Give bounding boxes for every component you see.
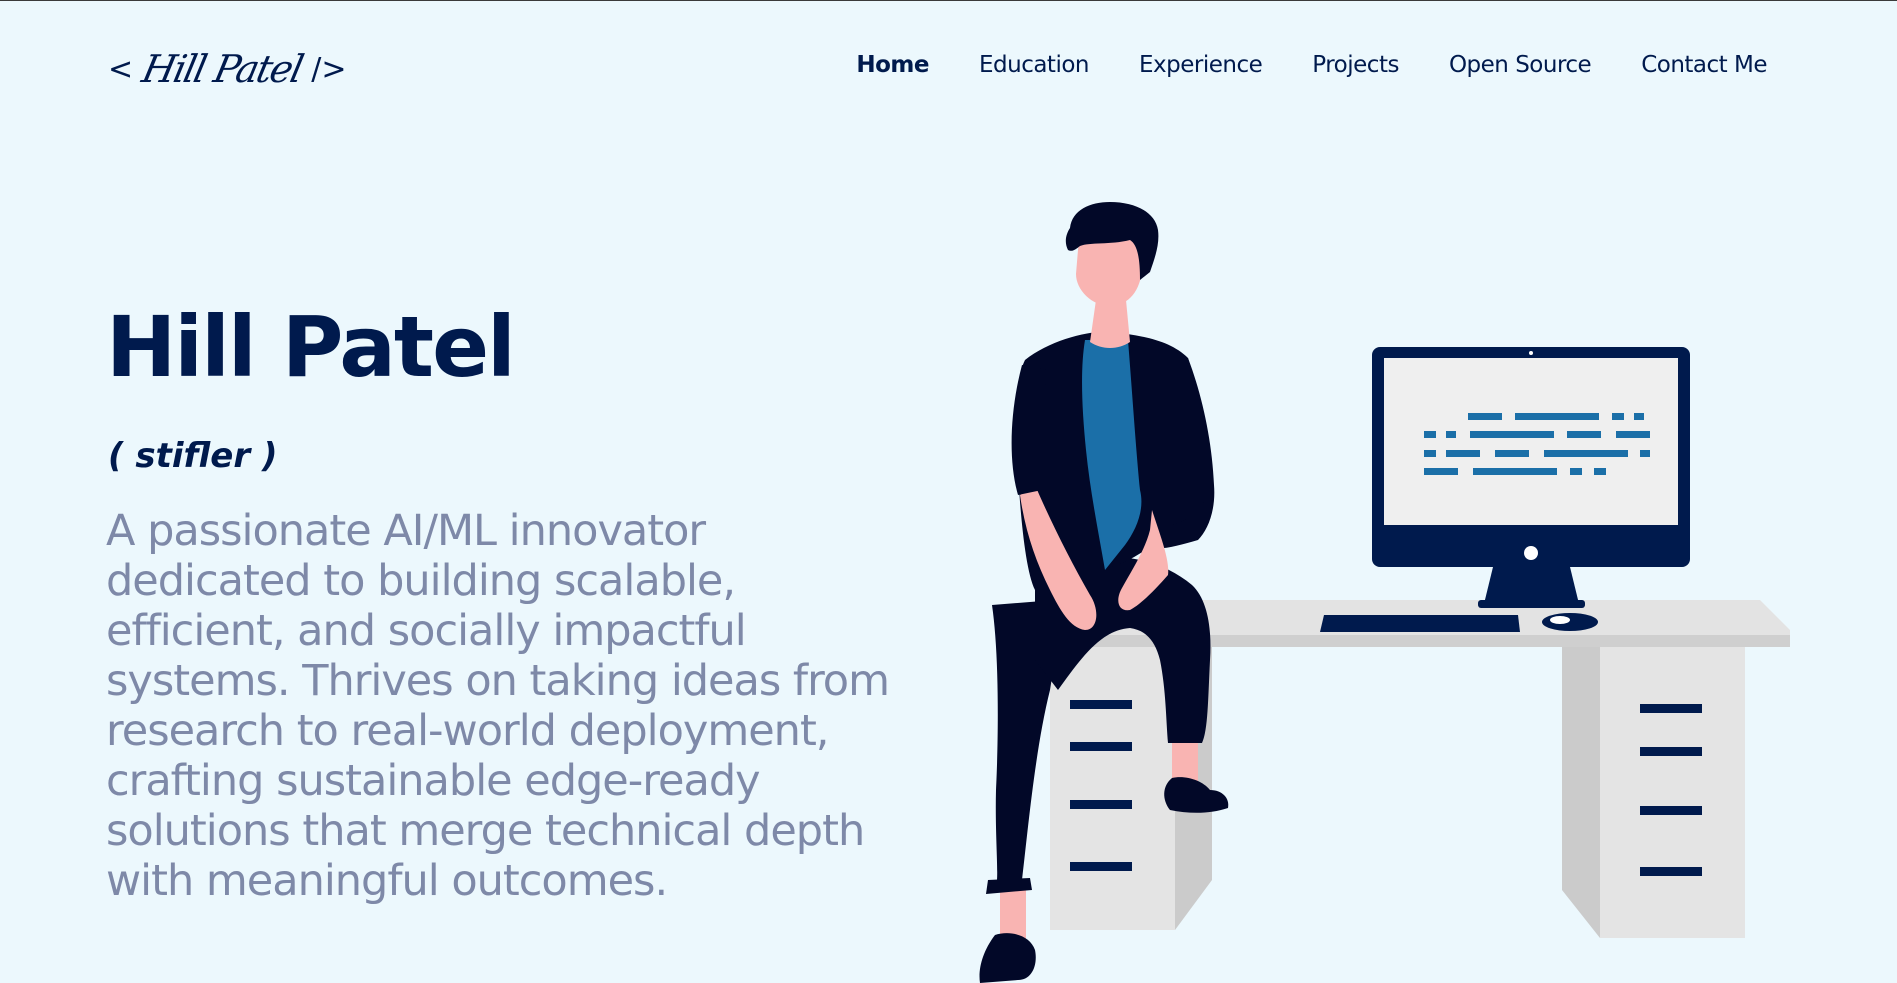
drawer-handle [1070,862,1132,871]
drawer-handle [1070,800,1132,809]
main-nav: Home Education Experience Projects Open … [856,52,1767,78]
person-front-ankle [1172,743,1198,783]
drawer-handle [1640,806,1702,815]
drawer-handle [1640,867,1702,876]
right-drawer-unit [1600,647,1745,938]
drawer-handle [1070,700,1132,709]
logo-open-bracket: < [108,51,134,87]
desk [1045,600,1790,938]
monitor-camera [1529,351,1533,355]
site-header: < Hill Patel /> Home Education Experienc… [0,0,1897,140]
monitor-base [1478,600,1585,608]
person-back-shoe [979,933,1036,983]
hero-nickname: ( stifler ) [108,436,278,476]
nav-education[interactable]: Education [979,52,1090,78]
drawer-handle [1640,747,1702,756]
nav-experience[interactable]: Experience [1139,52,1263,78]
right-drawer-side [1562,647,1600,938]
left-drawer-unit [1050,647,1175,930]
nav-open-source[interactable]: Open Source [1449,52,1592,78]
developer-at-desk-illustration [979,202,1790,983]
hero-bio: A passionate AI/ML innovator dedicated t… [106,506,890,906]
mouse-highlight [1550,616,1570,624]
logo-signature: Hill Patel [138,47,306,91]
nav-projects[interactable]: Projects [1312,52,1399,78]
keyboard [1320,615,1520,632]
person-front-shoe [1164,777,1229,813]
nav-contact-me[interactable]: Contact Me [1641,52,1767,78]
monitor [1372,347,1690,608]
monitor-screen [1384,358,1678,525]
monitor-power-icon [1524,546,1538,560]
mouse [1542,613,1598,631]
drawer-handle [1640,704,1702,713]
hero-name: Hill Patel [106,298,516,396]
nav-home[interactable]: Home [856,52,929,78]
logo-close-bracket: /> [311,51,347,87]
drawer-handle [1070,742,1132,751]
person-neck [1090,300,1130,348]
site-logo[interactable]: < Hill Patel /> [108,44,347,94]
